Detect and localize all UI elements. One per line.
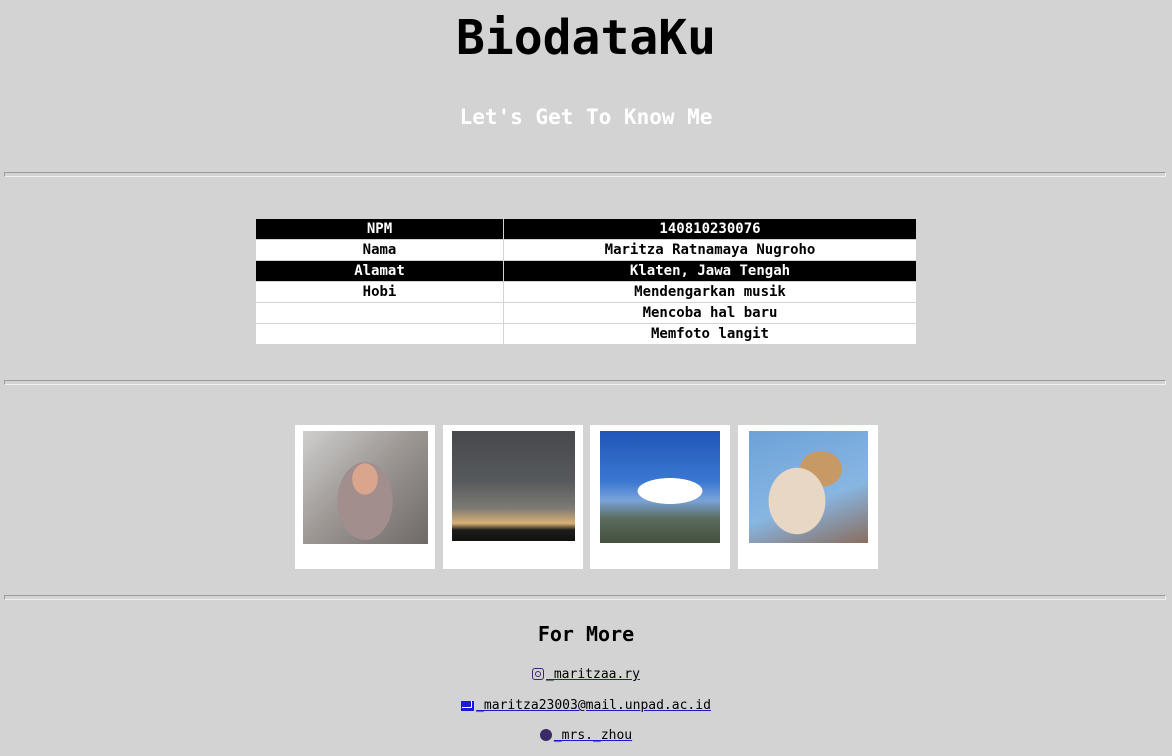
- table-row: Mencoba hal baru: [255, 302, 917, 324]
- spotify-row: _mrs._zhou: [0, 727, 1172, 745]
- table-value: Mendengarkan musik: [503, 281, 917, 303]
- page-subtitle: Let's Get To Know Me: [459, 105, 713, 129]
- spotify-handle: _mrs._zhou: [553, 728, 633, 743]
- table-value: 140810230076: [503, 218, 917, 240]
- table-row: NPM 140810230076: [255, 218, 917, 240]
- selfie-photo: [303, 431, 428, 544]
- polaroid-frame: [738, 425, 878, 569]
- spotify-icon: [539, 729, 552, 741]
- instagram-row: _maritzaa.ry: [0, 666, 1172, 684]
- table-value: Maritza Ratnamaya Nugroho: [503, 239, 917, 261]
- for-more-heading: For More: [537, 622, 635, 646]
- email-row: _maritza23003@mail.unpad.ac.id: [0, 697, 1172, 715]
- cat-photo: [749, 431, 868, 543]
- table-value: Mencoba hal baru: [503, 302, 917, 324]
- divider: [4, 172, 1166, 177]
- table-value: Klaten, Jawa Tengah: [503, 260, 917, 282]
- table-key: [255, 323, 504, 345]
- table-key: Nama: [255, 239, 504, 261]
- table-key: Hobi: [255, 281, 504, 303]
- spotify-link[interactable]: _mrs._zhou: [539, 728, 633, 743]
- table-row: Nama Maritza Ratnamaya Nugroho: [255, 239, 917, 261]
- biodata-table: NPM 140810230076 Nama Maritza Ratnamaya …: [255, 218, 917, 345]
- cloudy-sky-photo: [452, 431, 575, 541]
- table-row: Hobi Mendengarkan musik: [255, 281, 917, 303]
- divider: [4, 595, 1166, 600]
- page: BiodataKu Let's Get To Know Me NPM 14081…: [0, 0, 1172, 756]
- polaroid-frame: [443, 425, 583, 569]
- table-row: Memfoto langit: [255, 323, 917, 345]
- table-row: Alamat Klaten, Jawa Tengah: [255, 260, 917, 282]
- envelope-icon: [461, 701, 475, 711]
- instagram-handle: _maritzaa.ry: [546, 667, 640, 682]
- instagram-icon: [532, 668, 545, 680]
- divider: [4, 380, 1166, 385]
- table-key: NPM: [255, 218, 504, 240]
- email-link[interactable]: _maritza23003@mail.unpad.ac.id: [461, 698, 711, 713]
- instagram-link[interactable]: _maritzaa.ry: [532, 667, 640, 682]
- page-title: BiodataKu: [455, 10, 717, 66]
- email-address: _maritza23003@mail.unpad.ac.id: [476, 698, 711, 713]
- polaroid-frame: [590, 425, 730, 569]
- table-key: [255, 302, 504, 324]
- photo-gallery: [295, 425, 879, 569]
- table-value: Memfoto langit: [503, 323, 917, 345]
- polaroid-frame: [295, 425, 435, 569]
- table-key: Alamat: [255, 260, 504, 282]
- blue-sky-temple-photo: [600, 431, 720, 543]
